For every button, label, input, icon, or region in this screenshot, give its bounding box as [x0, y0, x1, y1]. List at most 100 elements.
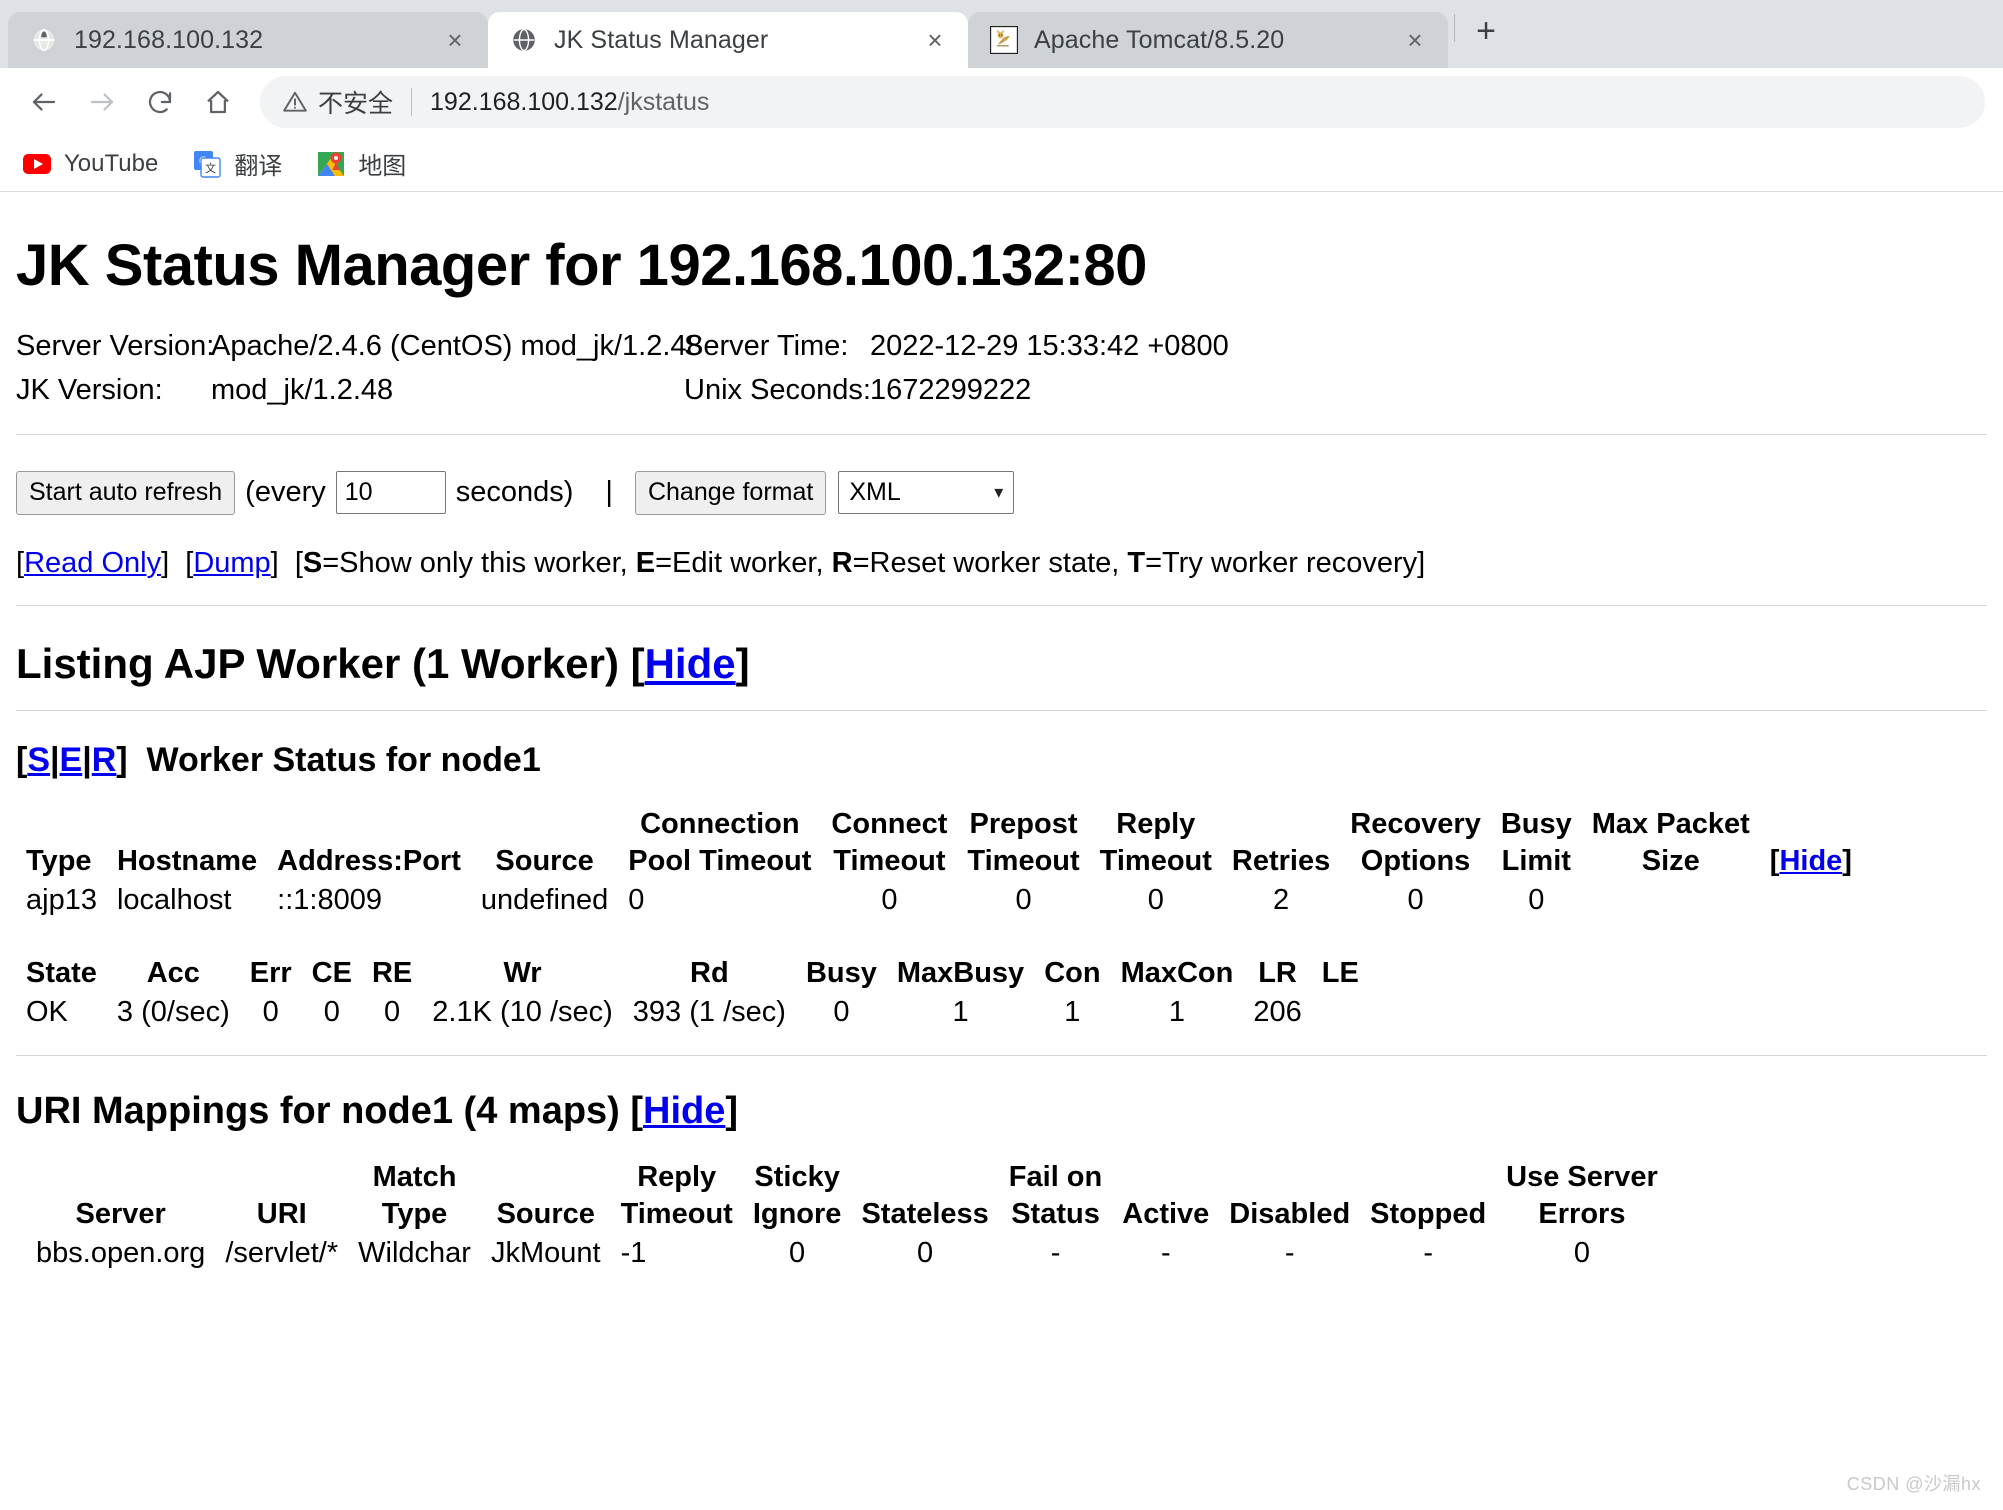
unix-seconds-row: Unix Seconds: 1672299222 — [684, 369, 1987, 413]
config-header-top-row: Connection Connect Prepost Reply Recover… — [16, 806, 1862, 843]
new-tab-button[interactable]: + — [1461, 6, 1511, 56]
stats-th-6: Rd — [690, 957, 729, 990]
stats-td-12 — [1312, 992, 1369, 1033]
uri-td-7: - — [1050, 1237, 1061, 1270]
uri-header-row: Server URI Type Source Timeout Ignore St… — [26, 1196, 1668, 1233]
tab-close-icon[interactable]: × — [920, 25, 950, 55]
config-td-9: 0 — [1407, 884, 1424, 917]
config-td-10: 0 — [1528, 884, 1545, 917]
server-info-left: Server Version: Apache/2.4.6 (CentOS) mo… — [16, 325, 703, 413]
jk-version-label: JK Version: — [16, 373, 163, 406]
address-bar-url: 192.168.100.132/jkstatus — [430, 88, 709, 117]
uri-th-6: Stateless — [861, 1198, 989, 1231]
worker-action-show[interactable]: S — [27, 741, 50, 779]
not-secure-warning-icon — [282, 89, 308, 115]
bookmark-label: 地图 — [358, 153, 407, 180]
worker-actions: [S|E|R] — [16, 741, 128, 780]
read-only-link[interactable]: Read Only — [24, 547, 161, 579]
config-th-top-4: Connection — [640, 808, 800, 841]
uri-mappings-heading: URI Mappings for node1 (4 maps) [Hide] — [16, 1090, 739, 1133]
address-bar[interactable]: 不安全 192.168.100.132/jkstatus — [260, 76, 1985, 128]
uri-td-2: Wildchar — [358, 1237, 471, 1270]
legend-open-bracket: [ — [294, 546, 303, 579]
config-td-12 — [1760, 880, 1862, 921]
format-select[interactable]: XML ▾ — [838, 471, 1015, 515]
config-th-3: Source — [495, 845, 594, 878]
config-th-0: Type — [26, 845, 92, 878]
uri-th-1: URI — [256, 1198, 307, 1231]
uri-th-top-3 — [481, 1159, 611, 1196]
stats-td-7: 0 — [833, 996, 850, 1029]
uri-td-1: /servlet/* — [225, 1237, 339, 1270]
tab-close-icon[interactable]: × — [1400, 25, 1430, 55]
browser-tab-3[interactable]: Apache Tomcat/8.5.20 × — [968, 12, 1448, 68]
uri-td-5: 0 — [789, 1237, 806, 1270]
uri-td-4: -1 — [620, 1237, 647, 1270]
worker-action-edit[interactable]: E — [60, 741, 83, 779]
stats-th-5: Wr — [503, 957, 542, 990]
legend-t-key: T — [1127, 546, 1146, 579]
browser-tab-1[interactable]: 192.168.100.132 × — [8, 12, 488, 68]
stats-td-5: 2.1K (10 /sec) — [432, 996, 613, 1029]
worker-stats-table: State Acc Err CE RE Wr Rd Busy MaxBusy C… — [16, 955, 1369, 1033]
forward-icon[interactable] — [76, 76, 128, 128]
youtube-icon — [22, 149, 52, 179]
server-time-value: 2022-12-29 15:33:42 +0800 — [870, 330, 1229, 362]
stats-td-8: 1 — [952, 996, 969, 1029]
stats-th-2: Err — [249, 957, 292, 990]
config-th-4: Pool Timeout — [628, 845, 812, 878]
worker-config-table: Connection Connect Prepost Reply Recover… — [16, 806, 1862, 921]
config-td-3: undefined — [480, 884, 609, 917]
server-version-row: Server Version: Apache/2.4.6 (CentOS) mo… — [16, 325, 703, 369]
bookmark-translate[interactable]: G 文 翻译 — [192, 146, 282, 181]
uri-th-5: Ignore — [752, 1198, 842, 1231]
stats-td-11: 206 — [1253, 996, 1302, 1029]
config-th-top-5: Connect — [831, 808, 948, 841]
home-icon[interactable] — [192, 76, 244, 128]
config-td-2: ::1:8009 — [277, 884, 382, 917]
watermark: CSDN @沙漏hx — [1846, 1474, 1981, 1494]
dump-link[interactable]: Dump — [193, 547, 270, 579]
uri-th-top-8 — [1112, 1159, 1219, 1196]
uri-th-top-2: Match — [372, 1161, 457, 1194]
uri-th-top-0 — [26, 1159, 215, 1196]
stats-th-12: LE — [1321, 957, 1359, 990]
change-format-button[interactable]: Change format — [634, 471, 827, 515]
tab-close-icon[interactable]: × — [440, 25, 470, 55]
tab-strip: 192.168.100.132 × JK Status Manager × Ap… — [0, 0, 2003, 68]
bookmark-youtube[interactable]: YouTube — [22, 149, 158, 179]
config-hide-link[interactable]: Hide — [1779, 845, 1842, 877]
security-label: 不安全 — [318, 90, 394, 118]
uri-td-9: - — [1284, 1237, 1295, 1270]
uri-td-0: bbs.open.org — [36, 1237, 206, 1270]
legend-s-key: S — [302, 546, 323, 579]
worker-action-reset[interactable]: R — [92, 741, 117, 779]
server-version-label: Server Version: — [16, 330, 215, 362]
config-th-top-9: Recovery — [1350, 808, 1481, 841]
uri-header-top-row: Match Reply Sticky Fail on Use Server — [26, 1159, 1668, 1196]
config-td-8: 2 — [1273, 884, 1290, 917]
stats-td-10: 1 — [1168, 996, 1186, 1029]
uri-mappings-hide-link[interactable]: Hide — [643, 1090, 725, 1132]
globe-icon — [30, 26, 58, 54]
url-host: 192.168.100.132 — [430, 87, 618, 116]
url-path: /jkstatus — [617, 87, 710, 116]
server-version-value: Apache/2.4.6 (CentOS) mod_jk/1.2.48 — [211, 330, 703, 362]
start-auto-refresh-button[interactable]: Start auto refresh — [16, 471, 236, 515]
server-info-right: Server Time: 2022-12-29 15:33:42 +0800 U… — [684, 325, 1987, 412]
legend-e-desc: =Edit worker, — [655, 546, 832, 579]
divider-listing — [16, 605, 1987, 607]
back-icon[interactable] — [18, 76, 70, 128]
bookmark-maps[interactable]: 地图 — [316, 146, 406, 181]
legend-r-key: R — [831, 546, 853, 579]
jk-version-row: JK Version: mod_jk/1.2.48 — [16, 369, 684, 413]
refresh-seconds-input[interactable] — [335, 471, 446, 515]
listing-hide-link[interactable]: Hide — [645, 640, 736, 687]
stats-td-9: 1 — [1064, 996, 1081, 1029]
unix-seconds-value: 1672299222 — [870, 373, 1032, 406]
browser-tab-2[interactable]: JK Status Manager × — [488, 12, 968, 68]
reload-icon[interactable] — [134, 76, 186, 128]
uri-td-10: - — [1423, 1237, 1433, 1270]
server-time-row: Server Time: 2022-12-29 15:33:42 +0800 — [684, 325, 1987, 369]
config-th-top-7: Reply — [1116, 808, 1196, 841]
